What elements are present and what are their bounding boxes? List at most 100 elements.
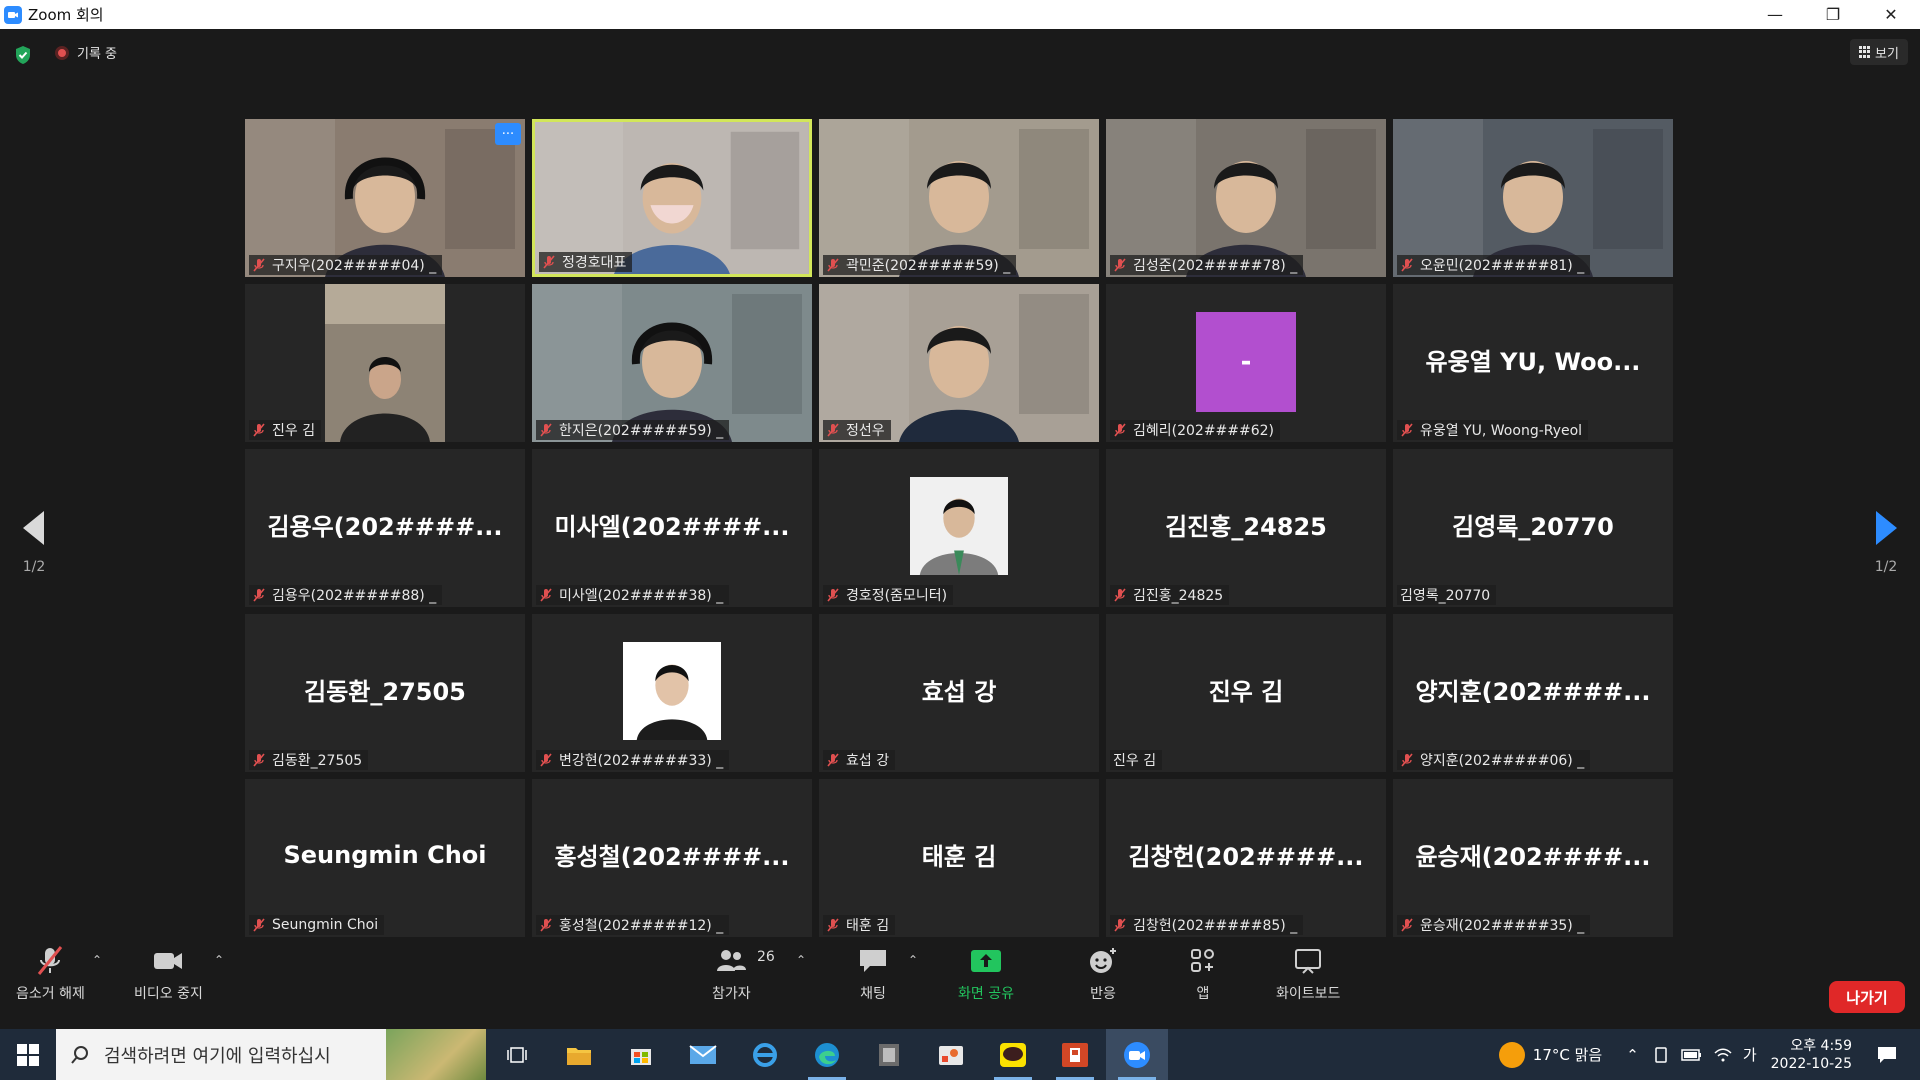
mail-taskbar[interactable] xyxy=(672,1029,734,1080)
participant-tile[interactable]: 효섭 강 효섭 강 xyxy=(819,614,1099,772)
recording-dot-icon xyxy=(55,45,69,60)
participant-display-name: 효섭 강 xyxy=(921,678,997,706)
powerpoint-taskbar[interactable] xyxy=(1044,1029,1106,1080)
video-options-caret[interactable]: ⌃ xyxy=(214,953,224,967)
photos-taskbar[interactable] xyxy=(920,1029,982,1080)
stop-video-button[interactable]: 비디오 중지 xyxy=(134,945,203,1003)
unmute-button[interactable]: 음소거 해제 xyxy=(16,945,85,1003)
participant-tile[interactable]: 곽민준(202#####59) _ xyxy=(819,119,1099,277)
participant-tile[interactable]: 한지은(202#####59) _ xyxy=(532,284,812,442)
tray-chevron-icon[interactable]: ⌃ xyxy=(1626,1046,1639,1064)
participant-tile[interactable]: 김진홍_24825 김진홍_24825 xyxy=(1106,449,1386,607)
search-highlight-image[interactable] xyxy=(386,1029,486,1080)
participant-name: 김성준(202#####78) _ xyxy=(1133,258,1298,274)
participant-tile[interactable]: 미사엘(202####... 미사엘(202#####38) _ xyxy=(532,449,812,607)
participant-video-feed xyxy=(819,284,1099,442)
unmute-label: 음소거 해제 xyxy=(16,986,85,1002)
participant-tile[interactable]: 진우 김 진우 김 xyxy=(1106,614,1386,772)
participant-tile[interactable]: - 김혜리(202####62) xyxy=(1106,284,1386,442)
participant-name: 정선우 xyxy=(846,423,885,439)
participant-tile[interactable]: 김동환_27505 김동환_27505 xyxy=(245,614,525,772)
participant-tile[interactable]: 윤승재(202####... 윤승재(202#####35) _ xyxy=(1393,779,1673,937)
window-title: Zoom 회의 xyxy=(28,6,104,24)
weather-sun-icon[interactable] xyxy=(1498,1041,1525,1068)
participant-display-name: Seungmin Choi xyxy=(283,841,487,870)
participant-display-name: 김동환_27505 xyxy=(304,678,466,706)
participant-display-name: 김용우(202####... xyxy=(267,513,503,541)
participant-tile[interactable]: 홍성철(202####... 홍성철(202#####12) _ xyxy=(532,779,812,937)
clock-time: 오후 4:59 xyxy=(1790,1037,1852,1054)
apps-button[interactable]: 앱 xyxy=(1186,945,1220,1003)
ime-indicator[interactable]: 가 xyxy=(1743,1044,1757,1065)
participant-name: 효섭 강 xyxy=(846,753,890,769)
participant-name: 변강현(202#####33) _ xyxy=(559,753,724,769)
participant-tile[interactable]: 오윤민(202#####81) _ xyxy=(1393,119,1673,277)
participant-tile[interactable]: Seungmin Choi Seungmin Choi xyxy=(245,779,525,937)
participant-tile[interactable]: 김영록_20770 김영록_20770 xyxy=(1393,449,1673,607)
participant-tile[interactable]: 진우 김 xyxy=(245,284,525,442)
participant-tile[interactable]: 태훈 김 태훈 김 xyxy=(819,779,1099,937)
battery-icon[interactable] xyxy=(1681,1048,1703,1062)
mic-muted-icon xyxy=(253,588,265,602)
whiteboard-button[interactable]: 화이트보드 xyxy=(1276,945,1340,1003)
leave-button[interactable]: 나가기 xyxy=(1829,981,1905,1013)
participant-tile[interactable]: 변강현(202#####33) _ xyxy=(532,614,812,772)
recording-indicator[interactable]: 기록 중 xyxy=(55,43,117,62)
folder-icon xyxy=(567,1047,591,1065)
avatar-initial: - xyxy=(1240,347,1252,377)
participant-video-feed xyxy=(245,119,525,277)
taskbar-clock[interactable]: 오후 4:59 2022-10-25 xyxy=(1771,1037,1852,1073)
participant-name-label: 김창헌(202#####85) _ xyxy=(1110,915,1304,935)
tile-more-options-button[interactable]: ··· xyxy=(495,123,521,145)
participant-name: 경호정(줌모니터) xyxy=(846,588,948,604)
mic-muted-icon xyxy=(1401,423,1413,437)
participant-tile[interactable]: 정경호대표 xyxy=(532,119,812,277)
edge-browser-icon xyxy=(815,1042,839,1067)
participant-tile[interactable]: 김용우(202####... 김용우(202#####88) _ xyxy=(245,449,525,607)
chat-options-caret[interactable]: ⌃ xyxy=(908,953,918,967)
participant-tile[interactable]: 유웅열 YU, Woo... 유웅열 YU, Woong-Ryeol xyxy=(1393,284,1673,442)
edge-taskbar[interactable] xyxy=(796,1029,858,1080)
page-prev[interactable]: 1/2 xyxy=(20,509,48,575)
notification-center-icon[interactable] xyxy=(1876,1045,1898,1065)
task-view-button[interactable] xyxy=(486,1029,548,1080)
participant-tile[interactable]: 양지훈(202####... 양지훈(202#####06) _ xyxy=(1393,614,1673,772)
internet-explorer-taskbar[interactable] xyxy=(734,1029,796,1080)
windows-logo-icon xyxy=(17,1043,39,1066)
participant-tile[interactable]: 김창헌(202####... 김창헌(202#####85) _ xyxy=(1106,779,1386,937)
participant-name-label: 김성준(202#####78) _ xyxy=(1110,255,1304,275)
participant-tile[interactable]: 김성준(202#####78) _ xyxy=(1106,119,1386,277)
view-button[interactable]: 보기 xyxy=(1850,39,1908,65)
taskbar-search-box[interactable]: 검색하려면 여기에 입력하십시 xyxy=(56,1029,486,1080)
participant-tile[interactable]: 경호정(줌모니터) xyxy=(819,449,1099,607)
participant-name-label: 구지우(202#####04) _ xyxy=(249,255,443,275)
reactions-button[interactable]: 반응 xyxy=(1086,945,1120,1003)
page-next[interactable]: 1/2 xyxy=(1872,509,1900,575)
start-button[interactable] xyxy=(0,1029,56,1080)
file-explorer-taskbar[interactable] xyxy=(548,1029,610,1080)
restore-button[interactable]: ❐ xyxy=(1804,0,1862,29)
mic-muted-icon xyxy=(253,753,265,767)
participant-name: 진우 김 xyxy=(272,423,316,439)
audio-options-caret[interactable]: ⌃ xyxy=(92,953,102,967)
participant-tile[interactable]: ··· 구지우(202#####04) _ xyxy=(245,119,525,277)
zoom-taskbar[interactable] xyxy=(1106,1029,1168,1080)
participant-display-name: 김진홍_24825 xyxy=(1165,513,1327,541)
participants-options-caret[interactable]: ⌃ xyxy=(796,953,806,967)
minimize-button[interactable]: — xyxy=(1746,0,1804,29)
ms-store-taskbar[interactable] xyxy=(610,1029,672,1080)
share-screen-button[interactable]: 화면 공유 xyxy=(958,945,1014,1003)
participant-display-name: 양지훈(202####... xyxy=(1415,678,1651,706)
device-icon[interactable] xyxy=(1653,1046,1671,1063)
participant-tile[interactable]: 정선우 xyxy=(819,284,1099,442)
participants-button[interactable]: 참가자 xyxy=(712,945,751,1003)
weather-text[interactable]: 17°C 맑음 xyxy=(1533,1044,1602,1065)
security-shield-icon[interactable] xyxy=(14,45,32,65)
participant-name: 김진홍_24825 xyxy=(1133,588,1224,604)
participant-name-label: 유웅열 YU, Woong-Ryeol xyxy=(1397,420,1589,440)
wifi-icon[interactable] xyxy=(1713,1047,1733,1063)
notepad-taskbar[interactable] xyxy=(858,1029,920,1080)
close-button[interactable]: ✕ xyxy=(1862,0,1920,29)
chat-button[interactable]: 채팅 xyxy=(856,945,890,1003)
kakaotalk-taskbar[interactable] xyxy=(982,1029,1044,1080)
